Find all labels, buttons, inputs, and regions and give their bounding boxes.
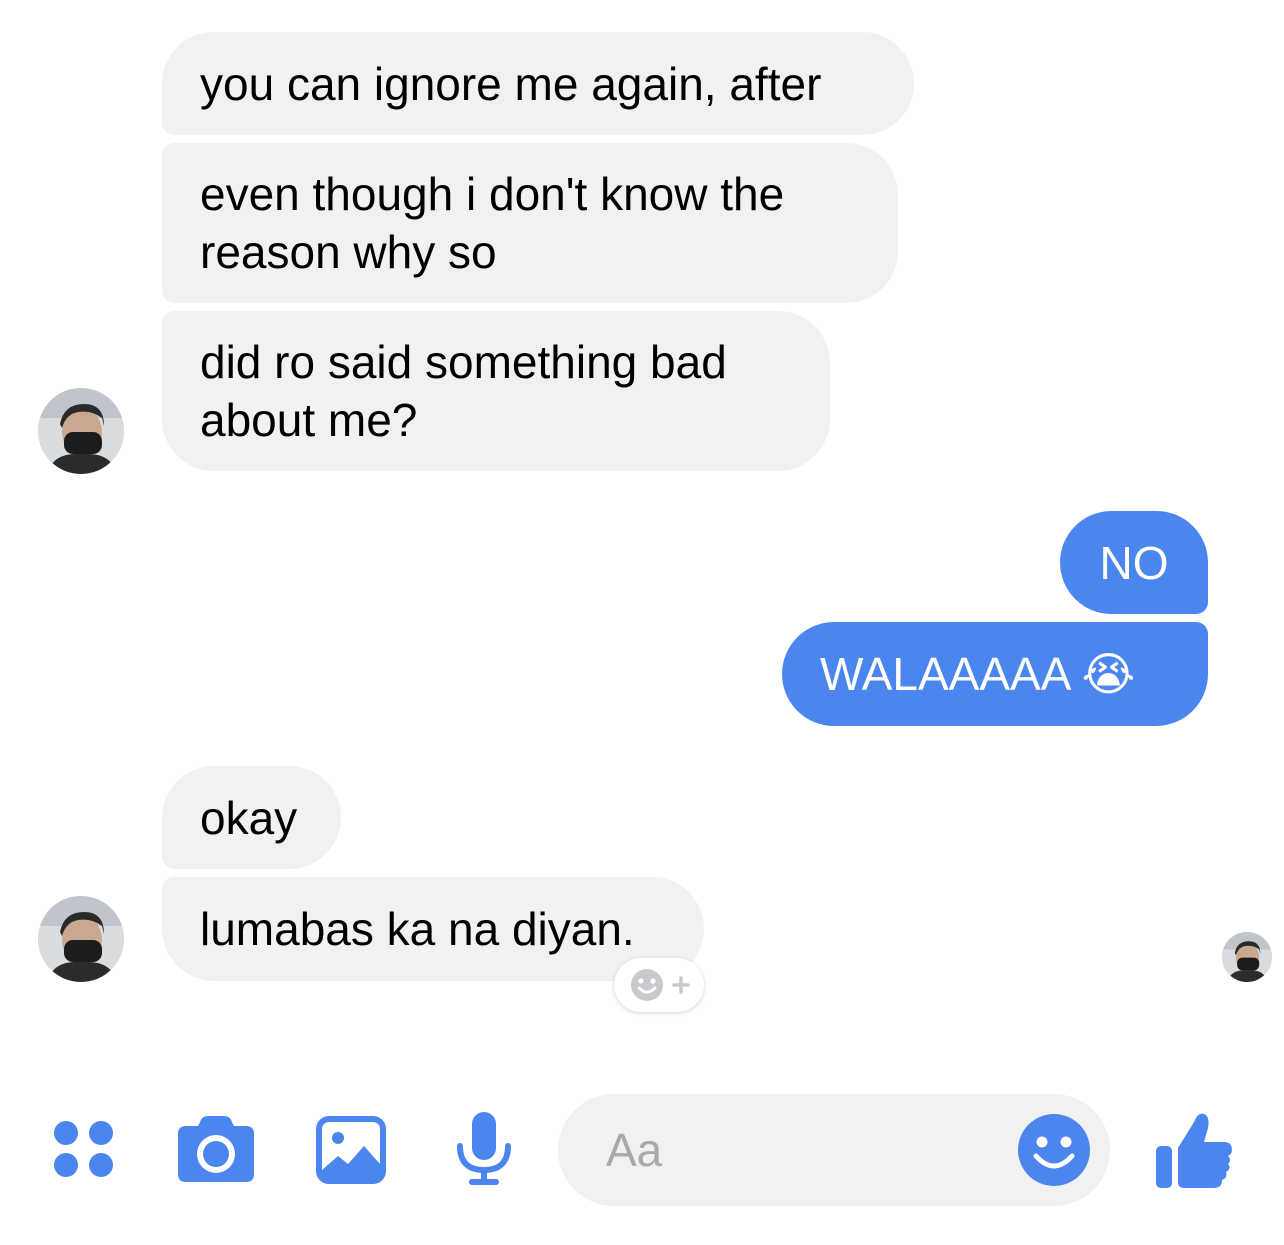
- thumbs-up-icon: [1156, 1113, 1232, 1188]
- seen-avatar-image: [1222, 932, 1272, 982]
- message-text: even though i don't know the reason why …: [200, 168, 785, 278]
- message-bubble-outgoing[interactable]: WALAAAAA 😭: [782, 622, 1208, 726]
- seen-receipt-avatar: [1222, 932, 1272, 982]
- microphone-icon: [457, 1112, 511, 1185]
- contact-avatar-image: [38, 896, 124, 982]
- message-text: lumabas ka na diyan.: [200, 903, 635, 955]
- add-reaction-icon: [631, 969, 690, 1001]
- add-reaction-button[interactable]: [614, 958, 704, 1012]
- voice-message-button[interactable]: [454, 1110, 514, 1188]
- message-bubble-incoming[interactable]: you can ignore me again, after: [162, 32, 914, 135]
- gallery-icon: [316, 1116, 386, 1184]
- contact-avatar[interactable]: [38, 388, 124, 474]
- message-input-placeholder: Aa: [606, 1124, 663, 1176]
- message-text: WALAAAAA 😭: [820, 648, 1136, 700]
- contact-avatar-image: [38, 388, 124, 474]
- apps-grid-icon: [54, 1121, 113, 1177]
- camera-icon: [178, 1116, 254, 1182]
- message-text: you can ignore me again, after: [200, 57, 822, 110]
- message-bubble-incoming[interactable]: okay: [162, 766, 341, 869]
- camera-button[interactable]: [176, 1114, 256, 1184]
- apps-button[interactable]: [50, 1118, 118, 1182]
- message-text: NO: [1099, 536, 1169, 589]
- message-input[interactable]: Aa: [558, 1094, 1110, 1206]
- gallery-button[interactable]: [316, 1116, 386, 1184]
- contact-avatar[interactable]: [38, 896, 124, 982]
- emoji-button[interactable]: [1016, 1112, 1092, 1188]
- message-bubble-incoming[interactable]: did ro said something bad about me?: [162, 311, 830, 471]
- message-text: did ro said something bad about me?: [200, 336, 727, 446]
- message-bubble-outgoing[interactable]: NO: [1060, 511, 1208, 614]
- emoji-icon: [1018, 1114, 1090, 1186]
- message-bubble-incoming[interactable]: even though i don't know the reason why …: [162, 143, 898, 303]
- like-button[interactable]: [1154, 1108, 1234, 1190]
- message-text: okay: [200, 791, 298, 844]
